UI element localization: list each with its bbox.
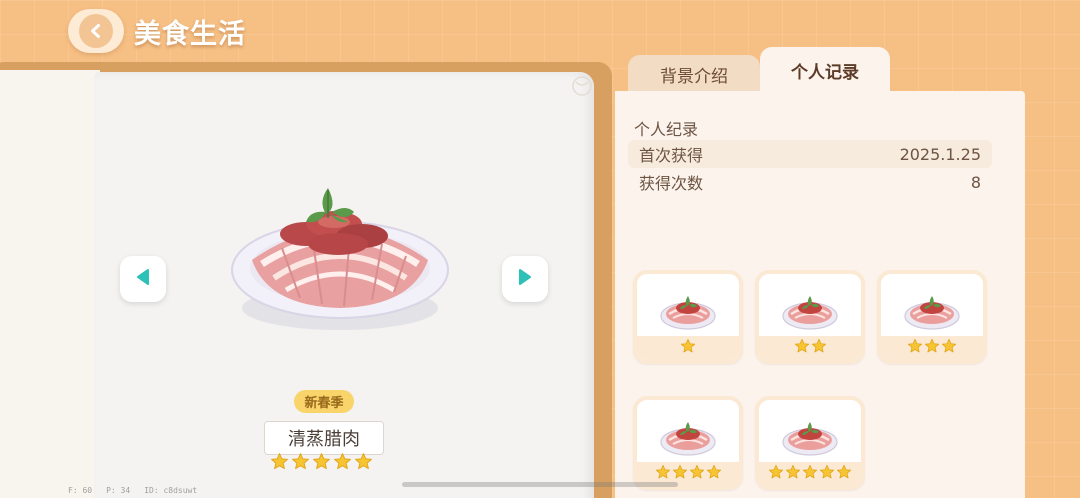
star-icon bbox=[312, 452, 331, 475]
star-icon bbox=[802, 464, 818, 484]
star-icon bbox=[706, 464, 722, 484]
star-icon bbox=[768, 464, 784, 484]
dish-thumbnail bbox=[903, 288, 961, 336]
ping-readout: P: 34 bbox=[106, 486, 131, 495]
star-icon bbox=[270, 452, 289, 475]
star-icon bbox=[354, 452, 373, 475]
star-icon bbox=[811, 338, 827, 358]
variant-card-3star[interactable] bbox=[877, 270, 987, 364]
star-icon bbox=[907, 338, 923, 358]
variant-card-4star[interactable] bbox=[633, 396, 743, 490]
dish-thumbnail bbox=[659, 288, 717, 336]
top-bar: 美食生活 bbox=[68, 8, 246, 54]
dish-name: 清蒸腊肉 bbox=[264, 421, 384, 455]
record-row-first-obtained: 首次获得 2025.1.25 bbox=[628, 140, 992, 168]
star-icon bbox=[819, 464, 835, 484]
page-corner-curl bbox=[570, 74, 594, 98]
dish-thumbnail bbox=[781, 288, 839, 336]
chevron-left-icon bbox=[79, 14, 113, 48]
star-icon bbox=[785, 464, 801, 484]
variant-card-2star[interactable] bbox=[755, 270, 865, 364]
record-value: 8 bbox=[970, 172, 981, 192]
home-indicator[interactable] bbox=[402, 482, 678, 487]
prev-dish-button[interactable] bbox=[120, 256, 166, 302]
record-title: 个人纪录 bbox=[634, 120, 699, 139]
star-icon bbox=[836, 464, 852, 484]
triangle-right-icon bbox=[517, 268, 533, 290]
dish-rating-stars bbox=[270, 452, 373, 475]
star-icon bbox=[689, 464, 705, 484]
variant-stars bbox=[759, 336, 861, 360]
dish-thumbnail bbox=[659, 414, 717, 462]
variant-stars bbox=[881, 336, 983, 360]
dish-thumbnail bbox=[781, 414, 839, 462]
record-value: 2025.1.25 bbox=[899, 144, 981, 164]
record-label: 获得次数 bbox=[639, 174, 704, 193]
record-label: 首次获得 bbox=[639, 146, 704, 165]
book-left-page bbox=[0, 70, 100, 498]
star-icon bbox=[655, 464, 671, 484]
star-icon bbox=[333, 452, 352, 475]
tab-background-intro[interactable]: 背景介绍 bbox=[628, 55, 760, 93]
triangle-left-icon bbox=[135, 268, 151, 290]
star-icon bbox=[794, 338, 810, 358]
fps-readout: F: 60 bbox=[68, 486, 93, 495]
back-button[interactable] bbox=[68, 9, 124, 53]
variant-card-5star[interactable] bbox=[755, 396, 865, 490]
star-icon bbox=[941, 338, 957, 358]
star-icon bbox=[680, 338, 696, 358]
record-row-obtain-count: 获得次数 8 bbox=[628, 168, 992, 196]
season-badge: 新春季 bbox=[294, 390, 354, 413]
star-icon bbox=[672, 464, 688, 484]
variant-stars bbox=[637, 336, 739, 360]
session-id: ID: c8dsuwt bbox=[144, 486, 198, 495]
dish-illustration bbox=[222, 178, 458, 338]
page-title: 美食生活 bbox=[134, 18, 246, 50]
next-dish-button[interactable] bbox=[502, 256, 548, 302]
star-icon bbox=[924, 338, 940, 358]
star-icon bbox=[291, 452, 310, 475]
variant-card-1star[interactable] bbox=[633, 270, 743, 364]
variant-stars bbox=[759, 462, 861, 486]
tab-personal-record[interactable]: 个人记录 bbox=[760, 47, 890, 93]
debug-overlay: F: 60 P: 34 ID: c8dsuwt bbox=[68, 486, 197, 495]
